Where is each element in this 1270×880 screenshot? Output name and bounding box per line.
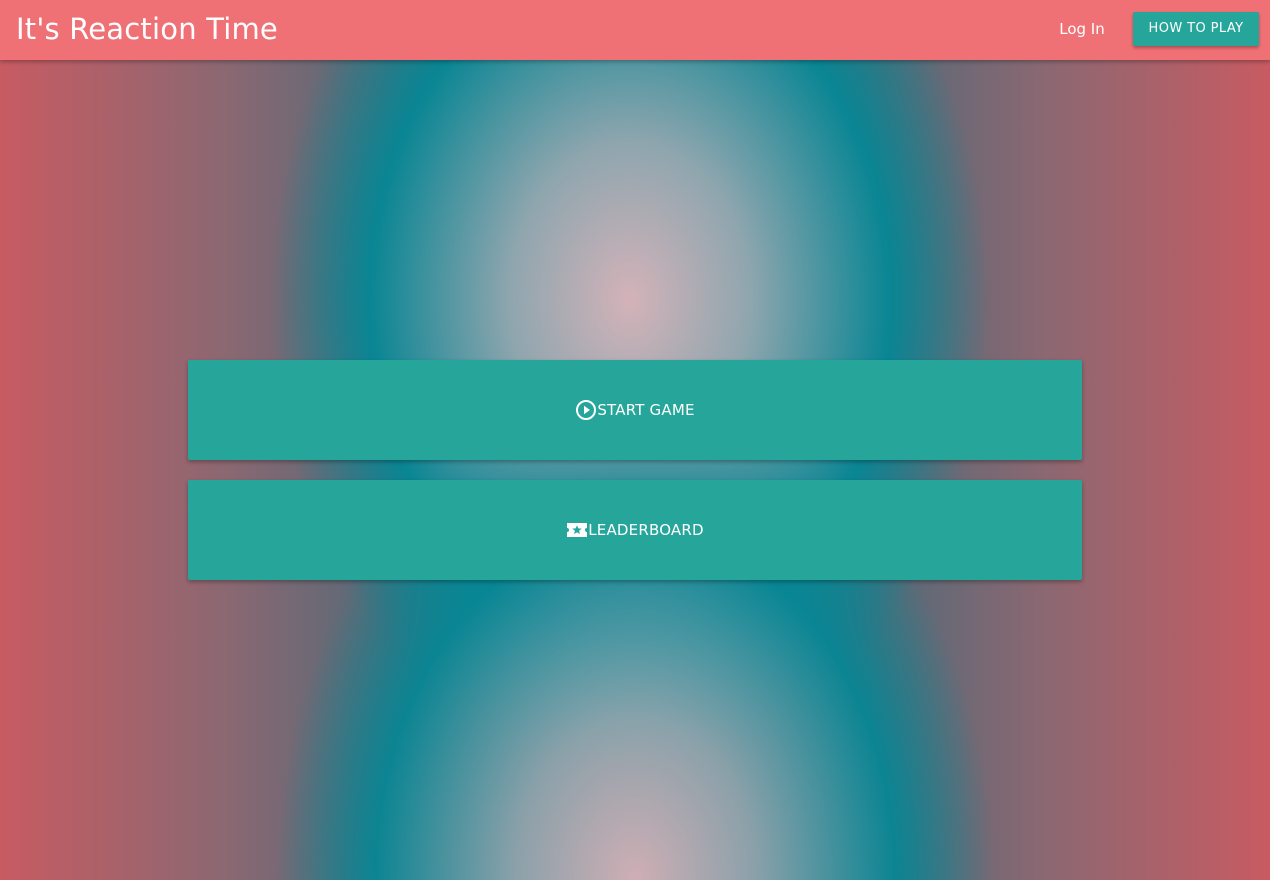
- login-link[interactable]: Log In: [1050, 16, 1114, 42]
- play-circle-icon: [575, 399, 597, 421]
- leaderboard-button[interactable]: LEADERBOARD: [188, 480, 1082, 580]
- app-title: It's Reaction Time: [16, 12, 278, 46]
- how-to-play-button[interactable]: HOW TO PLAY: [1133, 12, 1259, 46]
- leaderboard-label: LEADERBOARD: [588, 521, 704, 539]
- star-ticket-icon: [566, 519, 588, 541]
- app-bar: It's Reaction Time Log In HOW TO PLAY: [0, 0, 1270, 60]
- start-game-button[interactable]: START GAME: [188, 360, 1082, 460]
- start-game-label: START GAME: [597, 401, 695, 419]
